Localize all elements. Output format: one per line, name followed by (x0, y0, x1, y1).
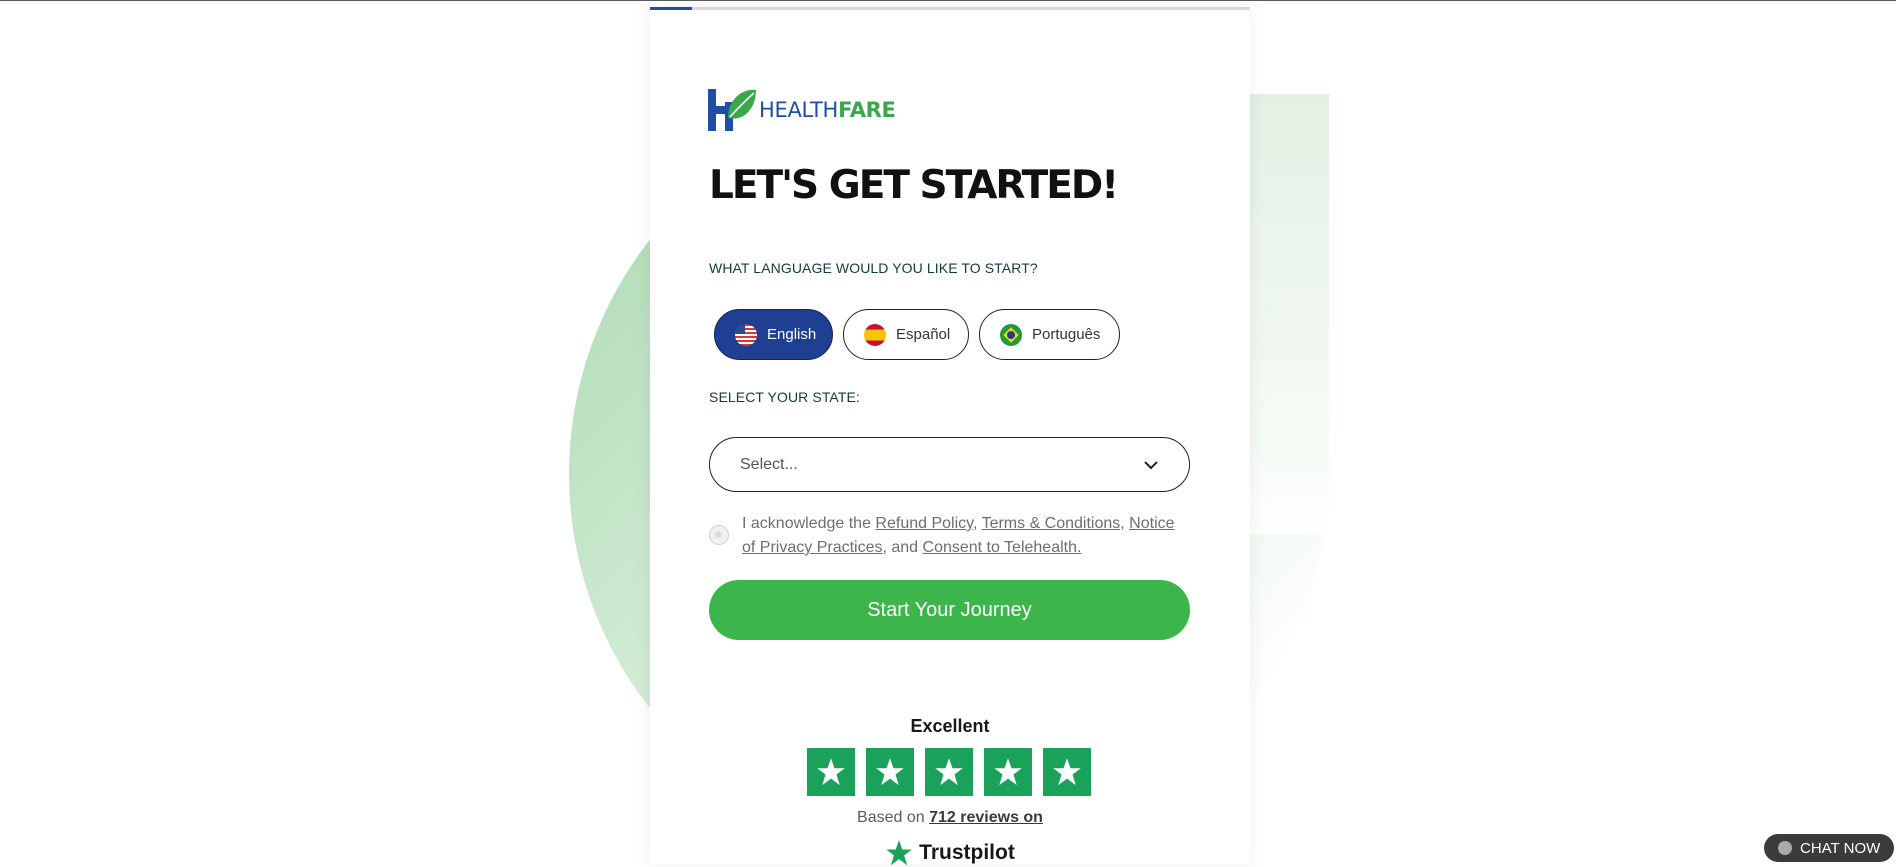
trustpilot-star-icon (886, 840, 912, 866)
language-espanol-button[interactable]: Español (843, 309, 969, 360)
reviews-link[interactable]: 712 reviews on (929, 809, 1043, 826)
trustpilot-brand-name: Trustpilot (919, 841, 1015, 864)
language-options: English Español Português (714, 309, 1120, 360)
language-option-label: English (767, 326, 817, 343)
progress-bar (650, 7, 1250, 10)
trustpilot-star-box (925, 748, 973, 796)
start-journey-button[interactable]: Start Your Journey (709, 580, 1190, 640)
ack-separator: , (1120, 515, 1130, 532)
ack-prefix: I acknowledge the (742, 515, 876, 532)
chat-label: CHAT NOW (1800, 839, 1881, 857)
language-option-label: Español (896, 326, 951, 343)
acknowledge-checkbox[interactable] (709, 525, 729, 545)
trustpilot-star-box (807, 748, 855, 796)
language-portugues-button[interactable]: Português (979, 309, 1120, 360)
refund-policy-link[interactable]: Refund Policy (875, 515, 973, 532)
ack-separator: , and (882, 539, 923, 556)
healthfare-logo: HEALTHFARE (708, 87, 896, 133)
logo-wordmark: HEALTHFARE (759, 97, 896, 122)
star-icon (935, 758, 963, 786)
state-select-value: Select... (740, 455, 798, 473)
star-icon (1053, 758, 1081, 786)
page-title: LET'S GET STARTED! (709, 163, 1119, 208)
state-label: SELECT YOUR STATE: (709, 389, 860, 405)
us-flag-icon (735, 323, 757, 346)
star-icon (817, 758, 845, 786)
state-select[interactable]: Select... (709, 437, 1190, 492)
trustpilot-brand[interactable]: Trustpilot (650, 839, 1250, 867)
chat-now-button[interactable]: CHAT NOW (1764, 834, 1894, 862)
language-label: WHAT LANGUAGE WOULD YOU LIKE TO START? (709, 260, 1038, 276)
trustpilot-rating-label: Excellent (910, 716, 990, 736)
trustpilot-based-on: Based on 712 reviews on (650, 809, 1250, 827)
star-icon (876, 758, 904, 786)
top-border (0, 0, 1896, 1)
acknowledgement-row: I acknowledge the Refund Policy, Terms &… (709, 512, 1199, 560)
language-option-label: Português (1032, 326, 1101, 343)
trustpilot-star-box (866, 748, 914, 796)
trustpilot-stars (807, 748, 1091, 796)
trustpilot-star-box (984, 748, 1032, 796)
based-on-text: Based on (857, 809, 930, 826)
star-icon (994, 758, 1022, 786)
progress-fill (650, 7, 692, 10)
leaf-h-icon (708, 89, 756, 131)
acknowledgement-text: I acknowledge the Refund Policy, Terms &… (742, 512, 1182, 560)
trustpilot-star-box (1043, 748, 1091, 796)
chevron-down-icon (1144, 460, 1158, 469)
signup-card: HEALTHFARE LET'S GET STARTED! WHAT LANGU… (650, 7, 1250, 867)
ack-separator: , (972, 515, 982, 532)
brazil-flag-icon (1000, 323, 1022, 346)
terms-link[interactable]: Terms & Conditions (982, 515, 1121, 532)
language-english-button[interactable]: English (714, 309, 833, 360)
spain-flag-icon (864, 323, 886, 346)
chat-status-icon (1778, 841, 1792, 855)
telehealth-consent-link[interactable]: Consent to Telehealth. (923, 539, 1082, 556)
